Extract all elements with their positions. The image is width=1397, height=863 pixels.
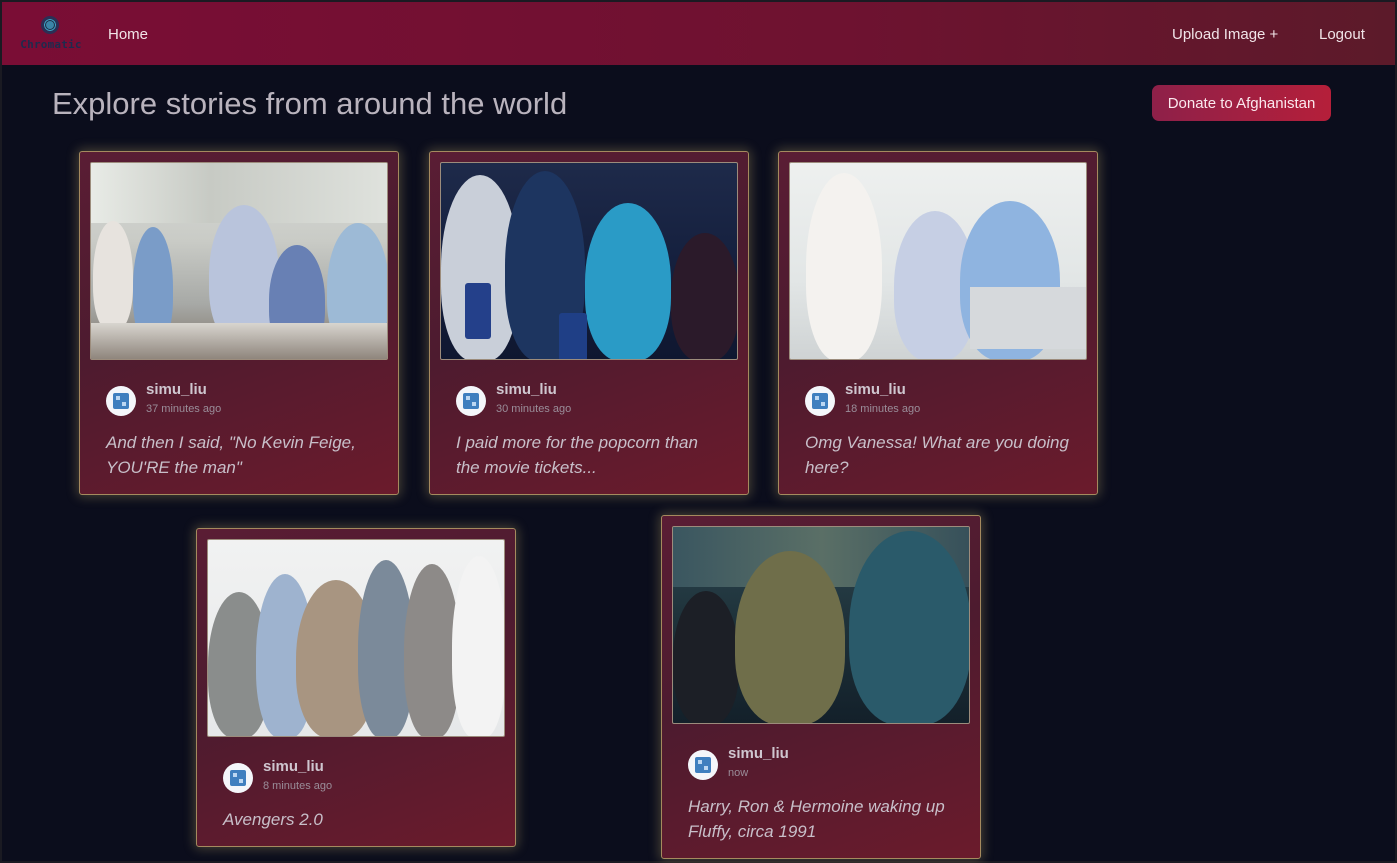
logo-text: Chromatic	[20, 38, 82, 51]
post-card[interactable]: simu_liu now Harry, Ron & Hermoine wakin…	[661, 515, 981, 859]
post-username[interactable]: simu_liu	[728, 745, 789, 762]
post-caption: Omg Vanessa! What are you doing here?	[805, 433, 1069, 477]
chromatic-logo-icon	[41, 16, 59, 34]
post-username[interactable]: simu_liu	[263, 758, 324, 775]
brand-logo[interactable]: Chromatic	[16, 14, 86, 56]
page-title: Explore stories from around the world	[52, 86, 568, 121]
post-image[interactable]	[789, 162, 1087, 360]
post-image[interactable]	[90, 162, 388, 360]
post-timestamp: 8 minutes ago	[263, 780, 333, 792]
navbar: Chromatic Home Upload Image + Logout	[2, 2, 1395, 65]
user-avatar[interactable]	[688, 750, 718, 780]
user-avatar[interactable]	[805, 386, 835, 416]
post-timestamp: 30 minutes ago	[496, 403, 572, 415]
post-card[interactable]: simu_liu 30 minutes ago I paid more for …	[429, 151, 749, 495]
post-timestamp: 37 minutes ago	[146, 403, 222, 415]
post-caption: I paid more for the popcorn than the mov…	[456, 433, 698, 477]
default-avatar-icon	[695, 757, 711, 773]
default-avatar-icon	[812, 393, 828, 409]
post-image[interactable]	[440, 162, 738, 360]
post-image[interactable]	[672, 526, 970, 724]
default-avatar-icon	[230, 770, 246, 786]
post-username[interactable]: simu_liu	[845, 381, 906, 398]
post-username[interactable]: simu_liu	[146, 381, 207, 398]
user-avatar[interactable]	[456, 386, 486, 416]
post-username[interactable]: simu_liu	[496, 381, 557, 398]
user-avatar[interactable]	[106, 386, 136, 416]
post-card[interactable]: simu_liu 8 minutes ago Avengers 2.0	[196, 528, 516, 847]
post-image[interactable]	[207, 539, 505, 737]
default-avatar-icon	[113, 393, 129, 409]
post-caption: And then I said, "No Kevin Feige, YOU'RE…	[106, 433, 356, 477]
post-caption: Harry, Ron & Hermoine waking up Fluffy, …	[688, 797, 945, 841]
post-card[interactable]: simu_liu 37 minutes ago And then I said,…	[79, 151, 399, 495]
user-avatar[interactable]	[223, 763, 253, 793]
nav-upload-image-link[interactable]: Upload Image +	[1172, 26, 1278, 43]
nav-home-link[interactable]: Home	[108, 26, 148, 43]
post-timestamp: 18 minutes ago	[845, 403, 921, 415]
donate-button[interactable]: Donate to Afghanistan	[1152, 85, 1331, 121]
post-timestamp: now	[728, 767, 749, 779]
post-card[interactable]: simu_liu 18 minutes ago Omg Vanessa! Wha…	[778, 151, 1098, 495]
nav-logout-link[interactable]: Logout	[1319, 26, 1365, 43]
default-avatar-icon	[463, 393, 479, 409]
post-caption: Avengers 2.0	[223, 810, 323, 829]
